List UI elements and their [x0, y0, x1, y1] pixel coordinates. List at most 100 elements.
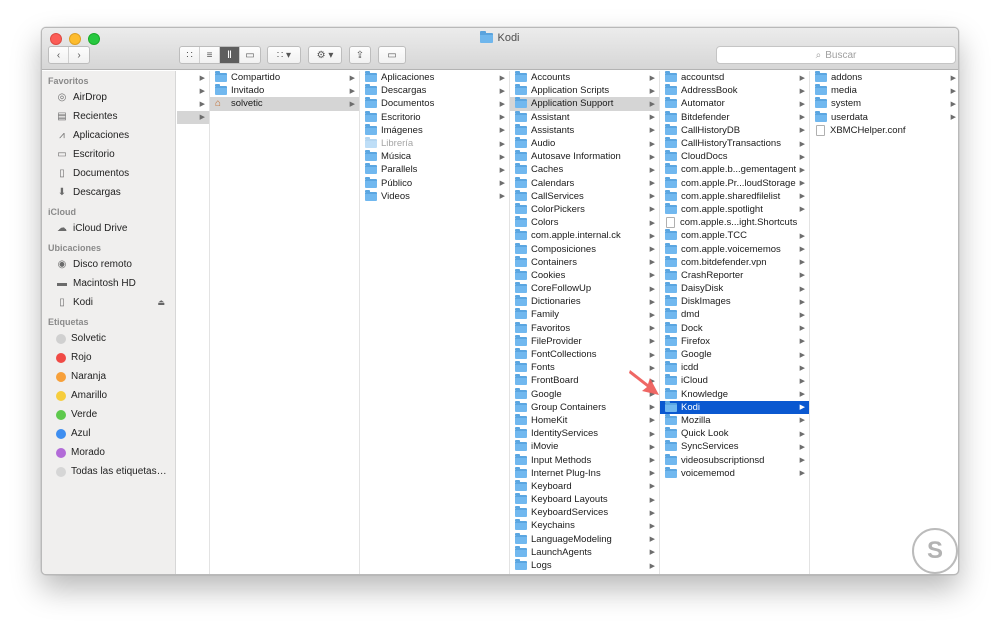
- list-item[interactable]: icdd ▶: [660, 361, 809, 374]
- list-item[interactable]: AddressBook ▶: [660, 84, 809, 97]
- list-item[interactable]: Knowledge ▶: [660, 387, 809, 401]
- list-item[interactable]: com.apple.internal.ck ▶: [510, 229, 659, 242]
- list-item[interactable]: Cookies ▶: [510, 268, 659, 282]
- list-item[interactable]: com.bitdefender.vpn ▶: [660, 255, 809, 269]
- list-item[interactable]: Música ▶: [360, 150, 509, 163]
- list-item[interactable]: Escritorio ▶: [360, 110, 509, 124]
- sidebar-tag-verde[interactable]: Verde: [42, 405, 175, 424]
- list-item[interactable]: Keyboard ▶: [510, 479, 659, 493]
- list-item[interactable]: Keyboard Layouts ▶: [510, 493, 659, 506]
- list-item[interactable]: ▶: [177, 71, 209, 84]
- list-item[interactable]: DaisyDisk ▶: [660, 282, 809, 295]
- list-item[interactable]: Automator ▶: [660, 97, 809, 110]
- sidebar-tag-todas[interactable]: Todas las etiquetas…: [42, 462, 175, 481]
- list-item[interactable]: addons ▶: [810, 71, 958, 84]
- list-item[interactable]: CallHistoryTransactions ▶: [660, 137, 809, 150]
- list-item[interactable]: Logs ▶: [510, 559, 659, 572]
- list-item[interactable]: Application Scripts ▶: [510, 84, 659, 97]
- list-item[interactable]: Dictionaries ▶: [510, 295, 659, 308]
- list-item-selected[interactable]: Kodi ▶: [660, 400, 809, 414]
- list-item[interactable]: HomeKit ▶: [510, 413, 659, 427]
- list-item-selected[interactable]: ⌂ solvetic ▶: [210, 97, 359, 111]
- list-item[interactable]: iCloud ▶: [660, 374, 809, 387]
- list-item[interactable]: Accounts ▶: [510, 71, 659, 84]
- list-item[interactable]: Parallels ▶: [360, 163, 509, 176]
- list-item[interactable]: CloudDocs ▶: [660, 150, 809, 163]
- sidebar-tag-azul[interactable]: Azul: [42, 424, 175, 443]
- list-item[interactable]: ▶: [177, 97, 209, 110]
- list-item[interactable]: ▶: [177, 84, 209, 97]
- list-item[interactable]: Google ▶: [660, 348, 809, 361]
- list-item[interactable]: Assistant ▶: [510, 110, 659, 124]
- list-item[interactable]: SyncServices ▶: [660, 440, 809, 453]
- forward-button[interactable]: ›: [69, 47, 89, 63]
- sidebar-item-aplicaciones[interactable]: ⩘ Aplicaciones: [42, 126, 175, 145]
- list-item[interactable]: Caches ▶: [510, 163, 659, 176]
- list-item[interactable]: Firefox ▶: [660, 334, 809, 348]
- list-item[interactable]: com.apple.sharedfilelist ▶: [660, 189, 809, 203]
- list-item[interactable]: voicememod ▶: [660, 466, 809, 480]
- list-item[interactable]: ColorPickers ▶: [510, 202, 659, 216]
- list-item[interactable]: Colors ▶: [510, 216, 659, 229]
- list-item[interactable]: KeyboardServices ▶: [510, 506, 659, 519]
- list-item[interactable]: Containers ▶: [510, 255, 659, 269]
- list-item[interactable]: Input Methods ▶: [510, 453, 659, 466]
- list-view-icon[interactable]: ≡: [200, 47, 220, 63]
- list-item[interactable]: Quick Look ▶: [660, 427, 809, 440]
- sidebar-item-airdrop[interactable]: ◎ AirDrop: [42, 88, 175, 107]
- list-item[interactable]: com.apple.TCC ▶: [660, 229, 809, 242]
- list-item-selected[interactable]: Application Support ▶: [510, 97, 659, 111]
- list-item[interactable]: com.apple.s...ight.Shortcuts: [660, 216, 809, 229]
- sidebar-tag-solvetic[interactable]: Solvetic: [42, 329, 175, 348]
- sidebar-tag-morado[interactable]: Morado: [42, 443, 175, 462]
- sidebar-item-descargas[interactable]: ⬇ Descargas: [42, 183, 175, 202]
- sidebar-tag-naranja[interactable]: Naranja: [42, 367, 175, 386]
- sidebar-item-kodi[interactable]: ▯ Kodi ⏏: [42, 293, 175, 312]
- sidebar-tag-amarillo[interactable]: Amarillo: [42, 386, 175, 405]
- list-item[interactable]: userdata ▶: [810, 110, 958, 124]
- list-item[interactable]: accountsd ▶: [660, 71, 809, 84]
- sidebar-item-macintosh-hd[interactable]: ▬ Macintosh HD: [42, 274, 175, 293]
- list-item[interactable]: LaunchAgents ▶: [510, 545, 659, 559]
- list-item[interactable]: system ▶: [810, 97, 958, 110]
- list-item[interactable]: Descargas ▶: [360, 84, 509, 97]
- list-item[interactable]: FileProvider ▶: [510, 334, 659, 348]
- list-item[interactable]: CrashReporter ▶: [660, 268, 809, 282]
- back-button[interactable]: ‹: [49, 47, 69, 63]
- icon-view-icon[interactable]: ∷: [180, 47, 200, 63]
- gallery-view-icon[interactable]: ▭: [240, 47, 260, 63]
- list-item[interactable]: Aplicaciones ▶: [360, 71, 509, 84]
- sidebar-item-icloud-drive[interactable]: ☁ iCloud Drive: [42, 219, 175, 238]
- list-item[interactable]: Audio ▶: [510, 137, 659, 150]
- list-item[interactable]: Documentos ▶: [360, 97, 509, 110]
- list-item[interactable]: com.apple.voicememos ▶: [660, 242, 809, 255]
- sidebar-tag-rojo[interactable]: Rojo: [42, 348, 175, 367]
- search-input[interactable]: ⌕ Buscar: [716, 46, 956, 64]
- list-item[interactable]: Compartido ▶: [210, 71, 359, 84]
- sidebar-item-disco-remoto[interactable]: ◉ Disco remoto: [42, 255, 175, 274]
- action-button[interactable]: ⚙ ▾: [308, 46, 342, 64]
- list-item[interactable]: CallHistoryDB ▶: [660, 123, 809, 137]
- list-item[interactable]: com.apple.spotlight ▶: [660, 202, 809, 216]
- list-item[interactable]: Composiciones ▶: [510, 242, 659, 255]
- sidebar-item-escritorio[interactable]: ▭ Escritorio: [42, 145, 175, 164]
- column-view-icon[interactable]: Ⅱ: [220, 47, 240, 63]
- list-item[interactable]: Imágenes ▶: [360, 123, 509, 137]
- list-item[interactable]: CallServices ▶: [510, 189, 659, 203]
- sidebar-item-documentos[interactable]: ▯ Documentos: [42, 164, 175, 183]
- sidebar-item-recientes[interactable]: ▤ Recientes: [42, 107, 175, 126]
- list-item[interactable]: com.apple.b...gementagent ▶: [660, 163, 809, 176]
- list-item[interactable]: Keychains ▶: [510, 519, 659, 532]
- list-item[interactable]: Group Containers ▶: [510, 400, 659, 414]
- list-item[interactable]: LanguageModeling ▶: [510, 532, 659, 546]
- list-item[interactable]: Bitdefender ▶: [660, 110, 809, 124]
- list-item[interactable]: DiskImages ▶: [660, 295, 809, 308]
- list-item[interactable]: videosubscriptionsd ▶: [660, 453, 809, 466]
- group-button[interactable]: ∷ ▾: [267, 46, 301, 64]
- list-item[interactable]: XBMCHelper.conf: [810, 124, 958, 137]
- list-item[interactable]: Favoritos ▶: [510, 321, 659, 335]
- list-item[interactable]: Calendars ▶: [510, 176, 659, 190]
- list-item[interactable]: Público ▶: [360, 176, 509, 190]
- list-item-selected[interactable]: ▶: [177, 110, 209, 124]
- list-item-selected[interactable]: Librería ▶: [360, 137, 509, 150]
